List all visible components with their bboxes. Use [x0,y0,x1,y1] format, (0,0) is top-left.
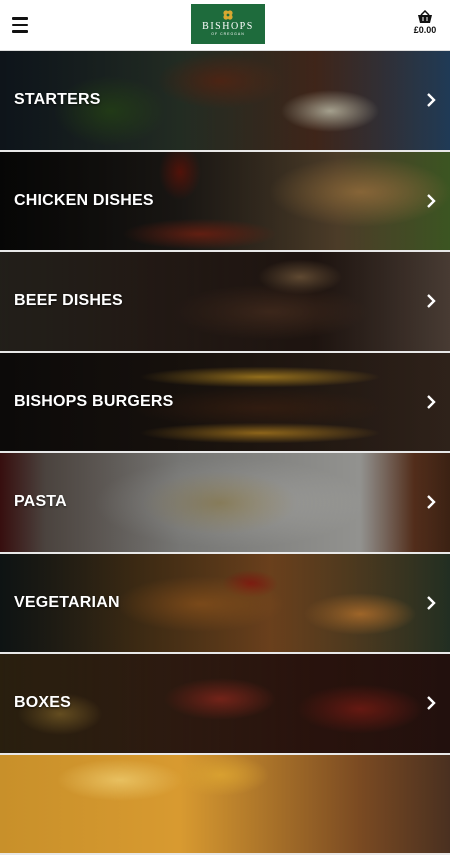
category-partial[interactable] [0,755,450,855]
hamburger-menu-icon[interactable] [12,17,28,33]
logo-name: BISHOPS [191,21,265,32]
category-boxes[interactable]: BOXES [0,654,450,755]
category-list: STARTERS CHICKEN DISHES BEEF DISHES BISH… [0,51,450,855]
chevron-right-icon [426,194,436,208]
chevron-right-icon [426,294,436,308]
brand-logo[interactable]: BISHOPS OF CREGGAN [191,4,265,44]
category-label: VEGETARIAN [14,594,120,612]
app-header: BISHOPS OF CREGGAN £0.00 [0,0,450,51]
category-beef-dishes[interactable]: BEEF DISHES [0,252,450,353]
chevron-right-icon [426,495,436,509]
cart-total: £0.00 [410,25,440,35]
clover-icon [222,9,234,21]
cart-button[interactable]: £0.00 [410,10,440,35]
chevron-right-icon [426,696,436,710]
category-chicken-dishes[interactable]: CHICKEN DISHES [0,152,450,253]
category-pasta[interactable]: PASTA [0,453,450,554]
category-label: PASTA [14,493,67,511]
category-label: BISHOPS BURGERS [14,393,173,411]
category-starters[interactable]: STARTERS [0,51,450,152]
category-label: BEEF DISHES [14,292,123,310]
chevron-right-icon [426,93,436,107]
category-vegetarian[interactable]: VEGETARIAN [0,554,450,655]
chevron-right-icon [426,596,436,610]
category-label: CHICKEN DISHES [14,192,154,210]
category-bishops-burgers[interactable]: BISHOPS BURGERS [0,353,450,454]
chevron-right-icon [426,395,436,409]
category-label: BOXES [14,694,71,712]
basket-icon [417,10,433,24]
category-label: STARTERS [14,91,101,109]
category-image [0,755,450,854]
logo-subtitle: OF CREGGAN [191,32,265,37]
